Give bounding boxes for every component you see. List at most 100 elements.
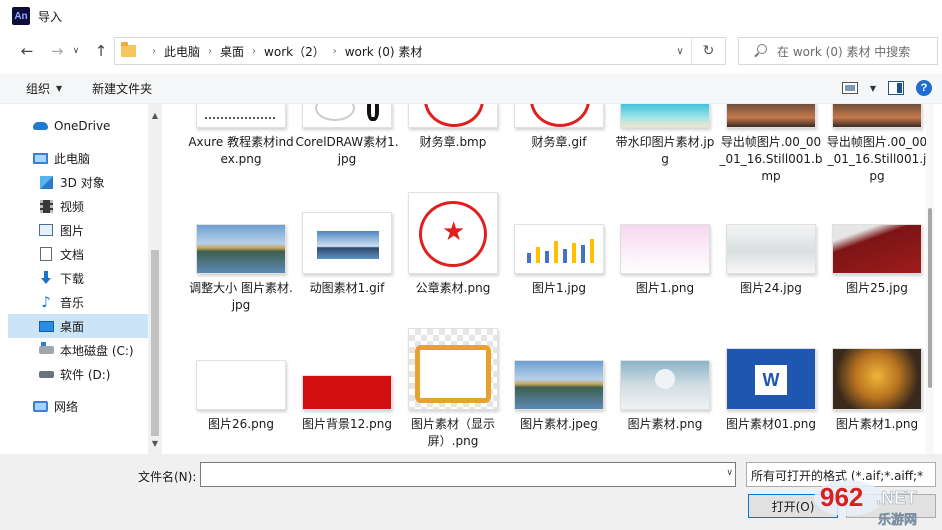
file-name: 图片1.jpg — [531, 281, 587, 295]
sidebar-item-local-disk-c[interactable]: 本地磁盘 (C:) — [8, 338, 148, 362]
file-dialog-footer: 文件名(N): ∨ 所有可打开的格式 (*.aif;*.aiff;* 打开(O) — [0, 454, 942, 530]
breadcrumb-work0-assets[interactable]: work (0) 素材 — [345, 43, 423, 60]
file-item[interactable]: 图片背景12.png — [294, 375, 400, 433]
file-item[interactable]: 财务章.bmp — [400, 104, 506, 151]
scroll-up-icon[interactable]: ▲ — [148, 108, 162, 122]
sidebar-item-label: 网络 — [54, 399, 79, 414]
organize-label: 组织 — [26, 82, 51, 96]
sidebar-item-music[interactable]: ♪ 音乐 — [8, 290, 148, 314]
address-dropdown-icon[interactable]: ∨ — [673, 44, 687, 58]
drive-icon — [38, 367, 54, 381]
pictures-icon — [38, 223, 54, 237]
sidebar-item-documents[interactable]: 文档 — [8, 242, 148, 266]
file-item[interactable]: 图片素材（显示屏）.png — [400, 328, 506, 450]
sidebar-item-onedrive[interactable]: OneDrive — [8, 114, 148, 138]
file-thumbnail — [514, 224, 604, 274]
file-name: 图片25.jpg — [846, 281, 908, 295]
computer-icon — [32, 151, 48, 165]
search-input[interactable]: 在 work (0) 素材 中搜索 — [738, 37, 938, 65]
chevron-right-icon: › — [208, 45, 213, 57]
file-item[interactable]: 图片素材.png — [612, 360, 718, 433]
file-thumbnail — [832, 348, 922, 410]
file-thumbnail — [832, 104, 922, 128]
file-thumbnail — [196, 224, 286, 274]
sidebar-item-label: 视频 — [60, 199, 85, 214]
file-thumbnail — [726, 224, 816, 274]
sidebar-item-label: 此电脑 — [54, 151, 91, 166]
file-item[interactable]: 图片1.jpg — [506, 224, 612, 297]
downloads-icon — [38, 271, 54, 285]
file-thumbnail — [408, 328, 498, 410]
change-view-icon[interactable] — [841, 82, 858, 94]
file-name: 公章素材.png — [415, 281, 491, 295]
file-thumbnail — [196, 360, 286, 410]
file-name: 图片素材（显示屏）.png — [410, 417, 495, 448]
breadcrumb-desktop[interactable]: 桌面 — [220, 43, 244, 60]
help-icon[interactable]: ? — [916, 80, 932, 96]
up-button[interactable]: ↑ — [88, 38, 114, 64]
chevron-down-icon[interactable]: ∨ — [726, 468, 733, 478]
sidebar-scrollbar[interactable]: ▲ ▼ — [148, 104, 162, 454]
breadcrumb-this-pc[interactable]: 此电脑 — [164, 43, 200, 60]
file-item[interactable]: ★ 公章素材.png — [400, 192, 506, 297]
file-item[interactable]: 图片25.jpg — [824, 224, 930, 297]
watermark-number: 962 — [820, 482, 863, 512]
watermark-subtitle: 乐游网 — [878, 512, 917, 528]
file-item[interactable]: Axure 教程素材index.png — [188, 104, 294, 168]
file-thumbnail: ★ — [408, 192, 498, 274]
forward-button[interactable]: → — [44, 38, 70, 64]
file-name: 图片1.png — [635, 281, 695, 295]
file-item[interactable]: W 图片素材01.png — [718, 348, 824, 433]
breadcrumb-work2[interactable]: work（2） — [264, 43, 325, 60]
sidebar-item-videos[interactable]: 视频 — [8, 194, 148, 218]
view-options-dropdown-icon[interactable]: ▼ — [870, 84, 876, 93]
video-icon — [38, 199, 54, 213]
sidebar-item-downloads[interactable]: 下载 — [8, 266, 148, 290]
organize-menu[interactable]: 组织 ▼ — [26, 80, 62, 97]
file-item[interactable]: 图片24.jpg — [718, 224, 824, 297]
file-name: 图片素材.jpeg — [520, 417, 598, 431]
filename-input[interactable]: ∨ — [200, 462, 736, 487]
file-item[interactable]: 导出帧图片.00_00_01_16.Still001.jpg — [824, 104, 930, 185]
back-button[interactable]: ← — [14, 38, 40, 64]
refresh-button[interactable]: ↻ — [691, 38, 725, 64]
sidebar-item-desktop[interactable]: 桌面 — [8, 314, 148, 338]
animate-app-icon: An — [12, 7, 30, 25]
file-item[interactable]: 图片26.png — [188, 360, 294, 433]
sidebar-item-label: 本地磁盘 (C:) — [60, 343, 134, 358]
file-name: 图片背景12.png — [302, 417, 392, 431]
preview-pane-icon[interactable] — [888, 81, 904, 95]
scrollbar-thumb[interactable] — [151, 250, 159, 436]
recent-locations-dropdown[interactable]: ∨ — [68, 38, 84, 64]
sidebar-item-label: 文档 — [60, 247, 85, 262]
navigation-pane: OneDrive 此电脑 3D 对象 视频 图片 文档 下载 ♪ 音乐 桌面 本… — [8, 104, 164, 454]
address-bar[interactable]: › 此电脑 › 桌面 › work（2） › work (0) 素材 ∨ ↻ — [114, 37, 726, 65]
file-name: 财务章.gif — [531, 135, 587, 149]
sidebar-item-pictures[interactable]: 图片 — [8, 218, 148, 242]
sidebar-item-software-d[interactable]: 软件 (D:) — [8, 362, 148, 386]
file-thumbnail — [832, 224, 922, 274]
navigation-bar: ← → ∨ ↑ › 此电脑 › 桌面 › work（2） › work (0) … — [0, 32, 942, 70]
file-item[interactable]: CorelDRAW素材1.jpg — [294, 104, 400, 168]
sidebar-item-label: 软件 (D:) — [60, 367, 111, 382]
new-folder-button[interactable]: 新建文件夹 — [92, 80, 152, 97]
file-thumbnail — [620, 224, 710, 274]
file-item[interactable]: 调整大小 图片素材.jpg — [188, 224, 294, 314]
scrollbar-thumb[interactable] — [928, 208, 932, 388]
sidebar-item-label: 3D 对象 — [60, 175, 105, 190]
sidebar-item-3d-objects[interactable]: 3D 对象 — [8, 170, 148, 194]
scroll-down-icon[interactable]: ▼ — [148, 436, 162, 450]
file-item[interactable]: 动图素材1.gif — [294, 212, 400, 297]
content-scrollbar[interactable] — [926, 104, 934, 454]
file-item[interactable]: 导出帧图片.00_00_01_16.Still001.bmp — [718, 104, 824, 185]
file-item[interactable]: 带水印图片素材.jpg — [612, 104, 718, 168]
command-bar: 组织 ▼ 新建文件夹 ▼ ? — [0, 74, 942, 104]
file-item[interactable]: 图片素材.jpeg — [506, 360, 612, 433]
file-name: 图片26.png — [208, 417, 274, 431]
file-item[interactable]: 财务章.gif — [506, 104, 612, 151]
sidebar-item-this-pc[interactable]: 此电脑 — [8, 146, 148, 170]
sidebar-item-network[interactable]: 网络 — [8, 394, 148, 418]
file-name: Axure 教程素材index.png — [188, 135, 294, 166]
file-item[interactable]: 图片1.png — [612, 224, 718, 297]
file-item[interactable]: 图片素材1.png — [824, 348, 930, 433]
